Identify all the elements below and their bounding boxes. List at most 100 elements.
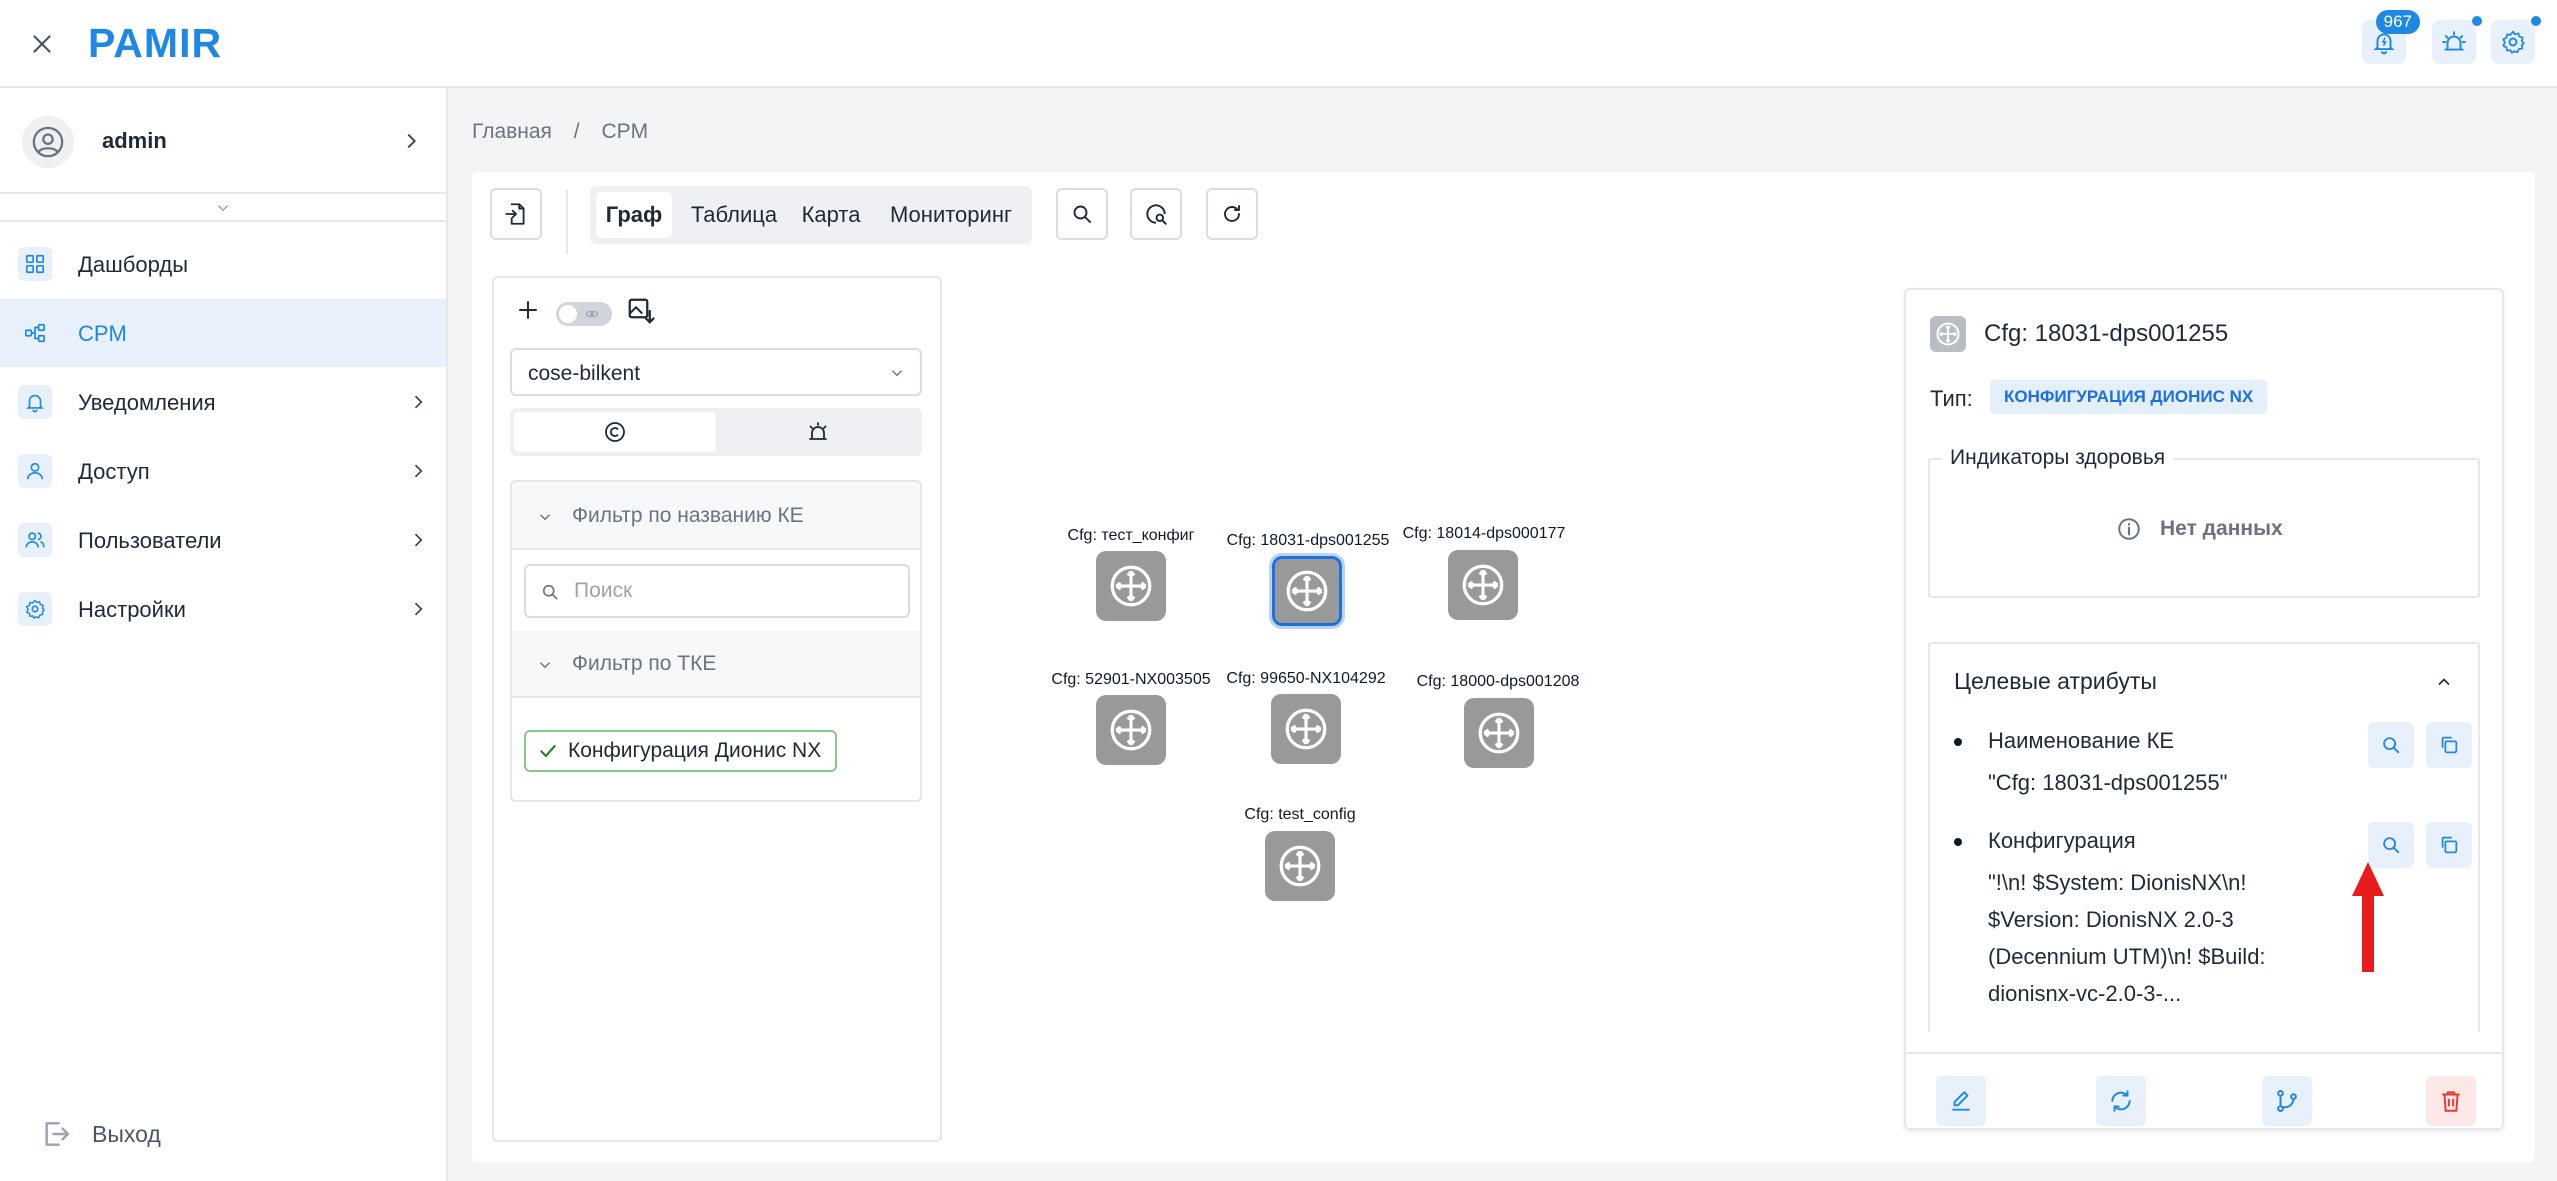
chevron-up-icon[interactable] (2434, 672, 2454, 692)
target-attributes-section: Целевые атрибуты Наименование КЕ "Cfg: 1… (1928, 642, 2480, 1032)
node-label: Cfg: 18000-dps001208 (1416, 673, 1580, 690)
logout-label: Выход (92, 1120, 161, 1147)
graph-icon (18, 316, 52, 350)
node-label: Cfg: 18014-dps000177 (1402, 525, 1566, 542)
copy-attribute-button[interactable] (2426, 822, 2472, 868)
filter-mode-segment (510, 408, 922, 456)
sync-button[interactable] (2096, 1076, 2146, 1126)
chevron-down-icon (217, 205, 229, 212)
type-badge: КОНФИГУРАЦИЯ ДИОНИС NX (1990, 380, 2268, 414)
copy-icon (2441, 836, 2458, 854)
sidebar-item-label: CPM (78, 321, 127, 346)
router-icon (1265, 831, 1335, 901)
sync-icon (2111, 1090, 2131, 1112)
tab-graph[interactable]: Граф (596, 192, 672, 238)
segment-filter-types[interactable] (514, 412, 716, 452)
attribute-name: Наименование КЕ (1988, 728, 2175, 753)
dashboard-icon (18, 247, 52, 281)
filter-accordion: Фильтр по названию КЕ Фильтр по ТКЕ Конф… (510, 480, 922, 802)
sidebar-item-label: Дашборды (78, 252, 188, 277)
sidebar: admin Дашборды CPM Уведомления Доступ По… (0, 88, 448, 1181)
router-icon (1096, 695, 1166, 765)
user-profile-row[interactable]: admin (0, 88, 446, 194)
type-filter-chip[interactable]: Конфигурация Дионис NX (524, 730, 838, 772)
edit-button[interactable] (1936, 1076, 1986, 1126)
avatar (22, 116, 74, 168)
user-name: admin (102, 128, 167, 153)
tab-table[interactable]: Таблица (682, 192, 786, 238)
name-filter-header[interactable]: Фильтр по названию КЕ (512, 482, 920, 550)
router-icon (1464, 698, 1534, 768)
sidebar-item-settings[interactable]: Настройки (0, 575, 446, 643)
export-image-icon[interactable] (626, 296, 656, 326)
attribute-name: Конфигурация (1988, 828, 2136, 853)
router-icon (1269, 553, 1345, 629)
search-attribute-button[interactable] (2368, 722, 2414, 768)
sidebar-item-users[interactable]: Пользователи (0, 506, 446, 574)
refresh-button[interactable] (1206, 188, 1258, 240)
breadcrumb-home[interactable]: Главная (472, 120, 552, 143)
attribute-item: Наименование КЕ "Cfg: 18031-dps001255" (1954, 722, 2472, 808)
visibility-toggle[interactable] (556, 302, 612, 326)
search-icon (540, 582, 560, 602)
layout-select[interactable]: cose-bilkent (510, 348, 922, 396)
import-button[interactable] (490, 188, 542, 240)
health-title: Индикаторы здоровья (1942, 446, 2174, 470)
copy-attribute-button[interactable] (2426, 722, 2472, 768)
chevron-right-icon (408, 392, 428, 412)
siren-icon (2442, 31, 2466, 51)
logout-button[interactable]: Выход (40, 1118, 161, 1150)
attribute-value: "Cfg: 18031-dps001255" (1988, 770, 2228, 795)
relations-button[interactable] (2262, 1076, 2312, 1126)
tab-monitoring[interactable]: Мониторинг (876, 192, 1026, 238)
router-icon (1448, 550, 1518, 620)
eye-icon (585, 310, 599, 318)
chevron-down-icon (888, 364, 906, 382)
search-graph-button[interactable] (1130, 188, 1182, 240)
sidebar-item-cpm[interactable]: CPM (0, 299, 446, 367)
sidebar-item-label: Уведомления (78, 390, 216, 415)
notification-count-badge: 967 (2375, 10, 2420, 34)
add-icon[interactable] (516, 298, 540, 322)
attributes-title: Целевые атрибуты (1954, 668, 2157, 694)
search-graph-icon (1146, 204, 1167, 225)
search-input[interactable] (574, 576, 894, 606)
tke-filter-header[interactable]: Фильтр по ТКЕ (512, 630, 920, 698)
sidebar-item-access[interactable]: Доступ (0, 437, 446, 505)
tke-filter-label: Фильтр по ТКЕ (572, 652, 717, 675)
top-bar: PAMIR 967 (0, 0, 2557, 88)
router-icon (1096, 551, 1166, 621)
search-icon (2383, 737, 2400, 754)
search-button[interactable] (1056, 188, 1108, 240)
edit-icon (1952, 1091, 1970, 1111)
details-title: Cfg: 18031-dps001255 (1984, 320, 2229, 347)
settings-indicator-dot (2531, 16, 2541, 26)
settings-button[interactable] (2491, 16, 2541, 64)
toggle-knob (559, 305, 577, 323)
sidebar-collapse-toggle[interactable] (0, 196, 446, 222)
sidebar-item-label: Настройки (78, 597, 186, 622)
tab-map[interactable]: Карта (794, 192, 868, 238)
close-icon[interactable] (22, 24, 62, 64)
router-icon (1271, 694, 1341, 764)
users-icon (18, 523, 52, 557)
bell-icon (18, 385, 52, 419)
copy-icon (2441, 736, 2458, 754)
chevron-right-icon (400, 130, 422, 152)
alarm-indicator-dot (2472, 16, 2482, 26)
logout-icon (45, 1122, 70, 1146)
sidebar-item-notifications[interactable]: Уведомления (0, 368, 446, 436)
user-circle-icon (32, 126, 64, 158)
check-icon (540, 744, 556, 758)
breadcrumb: Главная / CPM (472, 120, 664, 144)
delete-button[interactable] (2426, 1076, 2476, 1126)
notifications-button[interactable]: 967 (2362, 10, 2420, 64)
details-panel: Cfg: 18031-dps001255 Тип: КОНФИГУРАЦИЯ Д… (1904, 288, 2504, 1130)
gear-icon (2502, 30, 2525, 54)
annotation-arrow-icon (2350, 862, 2386, 974)
sidebar-item-dashboards[interactable]: Дашборды (0, 230, 446, 298)
toolbar-divider (566, 190, 568, 254)
alarm-button[interactable] (2432, 16, 2482, 64)
segment-filter-alarms[interactable] (718, 412, 918, 452)
chevron-down-icon (536, 508, 554, 526)
